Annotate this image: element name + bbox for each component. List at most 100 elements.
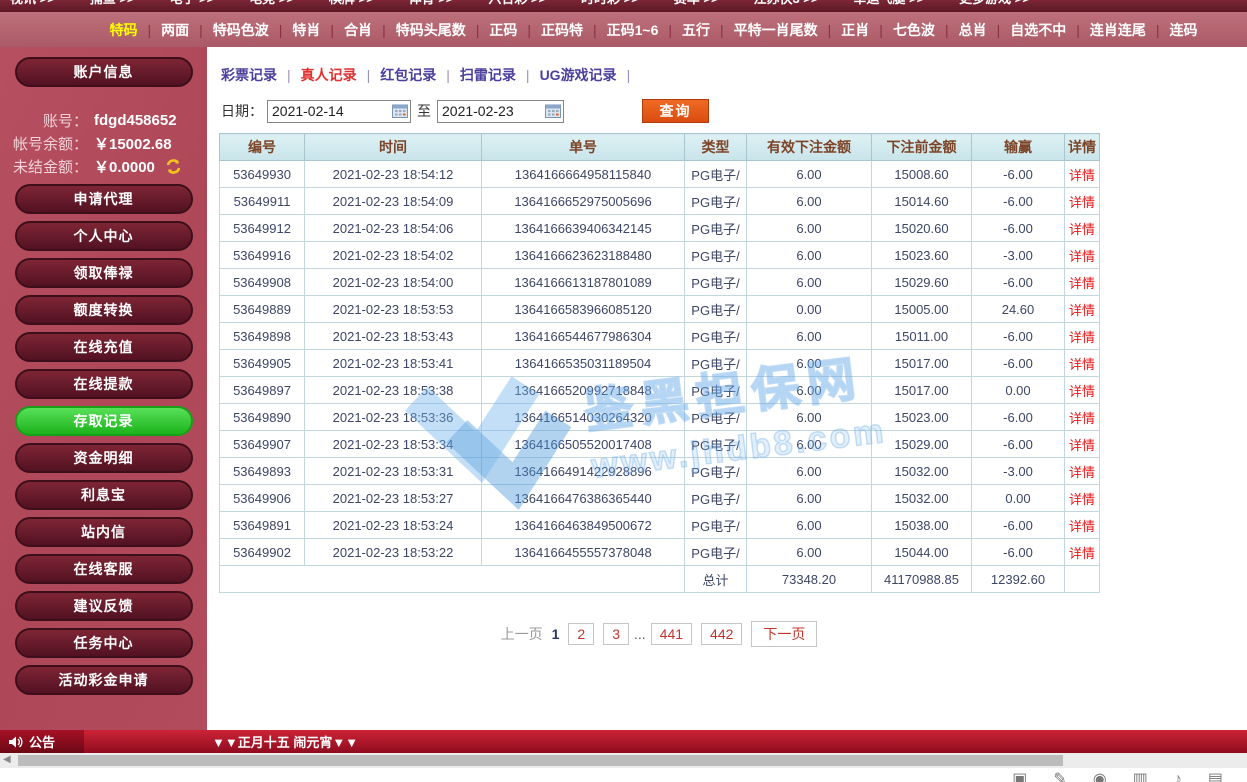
sidebar-item[interactable]: 资金明细	[15, 443, 193, 473]
detail-link[interactable]: 详情	[1069, 303, 1095, 318]
col-detail: 详情	[1065, 134, 1100, 161]
cell-id: 53649902	[220, 539, 305, 566]
detail-link[interactable]: 详情	[1069, 222, 1095, 237]
page-link[interactable]: 3	[603, 623, 629, 645]
page-link[interactable]: ...	[634, 626, 646, 642]
date-from-input[interactable]	[268, 103, 392, 119]
game-nav-item[interactable]: 特码	[110, 20, 162, 40]
sidebar-item[interactable]: 在线充值	[15, 332, 193, 362]
footer-icon[interactable]: ▣	[1012, 771, 1027, 782]
game-nav-item[interactable]: 正肖	[841, 20, 893, 40]
cell-winloss: -6.00	[972, 431, 1065, 458]
sidebar-item[interactable]: 任务中心	[15, 628, 193, 658]
sidebar-item[interactable]: 额度转换	[15, 295, 193, 325]
cell-time: 2021-02-23 18:53:36	[305, 404, 482, 431]
record-tab[interactable]: 红包记录	[380, 65, 460, 85]
game-nav-item[interactable]: 两面	[161, 20, 213, 40]
detail-link[interactable]: 详情	[1069, 519, 1095, 534]
detail-link[interactable]: 详情	[1069, 384, 1095, 399]
game-nav-item[interactable]: 正码特	[541, 20, 607, 40]
record-tab[interactable]: 彩票记录	[221, 65, 301, 85]
game-nav-item[interactable]: 总肖	[959, 20, 1011, 40]
record-tab[interactable]: 真人记录	[301, 65, 381, 85]
detail-link[interactable]: 详情	[1069, 195, 1095, 210]
top-nav-item[interactable]: 江苏快3 >>	[753, 0, 818, 11]
game-nav-item[interactable]: 五行	[682, 20, 734, 40]
game-nav-item[interactable]: 连肖连尾	[1090, 20, 1170, 40]
game-nav-item[interactable]: 平特一肖尾数	[734, 20, 842, 40]
top-nav-item[interactable]: 更多游戏 >>	[959, 0, 1030, 11]
detail-link[interactable]: 详情	[1069, 330, 1095, 345]
date-to-input[interactable]	[438, 103, 545, 119]
page-link[interactable]: 441	[651, 623, 692, 645]
top-nav-item[interactable]: 捕鱼 >>	[90, 0, 135, 11]
game-nav-item[interactable]: 连码	[1170, 20, 1198, 40]
top-nav-item[interactable]: 电竞 >>	[249, 0, 294, 11]
cell-winloss: 24.60	[972, 296, 1065, 323]
game-nav-item[interactable]: 合肖	[344, 20, 396, 40]
detail-link[interactable]: 详情	[1069, 438, 1095, 453]
top-nav-item[interactable]: 体育 >>	[409, 0, 454, 11]
cell-type: PG电子/	[685, 161, 747, 188]
detail-link[interactable]: 详情	[1069, 168, 1095, 183]
footer-icon[interactable]: ◉	[1093, 771, 1107, 782]
cell-winloss: -6.00	[972, 404, 1065, 431]
sidebar-item[interactable]: 存取记录	[15, 406, 193, 436]
footer-icon[interactable]: ▤	[1208, 771, 1223, 782]
top-nav-item[interactable]: 电子 >>	[169, 0, 214, 11]
game-nav-item[interactable]: 特肖	[292, 20, 344, 40]
game-nav-item[interactable]: 正码	[489, 20, 541, 40]
scrollbar-thumb[interactable]	[18, 755, 1063, 766]
cell-balance-before: 15014.60	[872, 188, 972, 215]
game-nav-item[interactable]: 特码色波	[213, 20, 293, 40]
detail-link[interactable]: 详情	[1069, 357, 1095, 372]
footer-icon[interactable]: ♪	[1174, 771, 1182, 782]
game-nav-item[interactable]: 正码1~6	[607, 20, 682, 40]
top-nav-item[interactable]: 视讯 >>	[10, 0, 55, 11]
refresh-icon[interactable]	[165, 158, 182, 175]
sidebar-item[interactable]: 建议反馈	[15, 591, 193, 621]
sidebar-item[interactable]: 在线提款	[15, 369, 193, 399]
page-link[interactable]: 442	[701, 623, 742, 645]
game-nav-item[interactable]: 特码头尾数	[396, 20, 490, 40]
detail-link[interactable]: 详情	[1069, 492, 1095, 507]
game-nav-item[interactable]: 七色波	[893, 20, 959, 40]
cell-time: 2021-02-23 18:53:43	[305, 323, 482, 350]
top-nav-item[interactable]: 时时彩 >>	[581, 0, 639, 11]
cell-time: 2021-02-23 18:53:27	[305, 485, 482, 512]
record-tab[interactable]: 扫雷记录	[460, 65, 540, 85]
page-link[interactable]: 2	[568, 623, 594, 645]
sidebar-item[interactable]: 利息宝	[15, 480, 193, 510]
col-order: 单号	[482, 134, 685, 161]
top-nav-item[interactable]: 幸运飞艇 >>	[853, 0, 924, 11]
detail-link[interactable]: 详情	[1069, 411, 1095, 426]
top-nav-item[interactable]: 六合彩 >>	[488, 0, 546, 11]
footer-icon[interactable]: ✎	[1053, 771, 1066, 782]
page-link[interactable]: 下一页	[751, 621, 817, 647]
scroll-left-arrow-icon[interactable]: ◀	[3, 754, 11, 765]
col-balance-before: 下注前金额	[872, 134, 972, 161]
detail-link[interactable]: 详情	[1069, 465, 1095, 480]
page-link[interactable]: 1	[552, 626, 560, 642]
top-nav-item[interactable]: 赛车 >>	[674, 0, 719, 11]
page-link[interactable]: 上一页	[501, 624, 543, 644]
sidebar-item[interactable]: 站内信	[15, 517, 193, 547]
sidebar-item[interactable]: 个人中心	[15, 221, 193, 251]
search-button[interactable]: 查询	[642, 99, 709, 123]
calendar-icon[interactable]	[392, 104, 408, 118]
game-nav-item[interactable]: 自选不中	[1010, 20, 1090, 40]
sidebar-item[interactable]: 活动彩金申请	[15, 665, 193, 695]
detail-link[interactable]: 详情	[1069, 276, 1095, 291]
record-tab[interactable]: UG游戏记录	[540, 65, 641, 85]
footer-icon[interactable]: ▥	[1133, 771, 1148, 782]
account-info-header: 账户信息	[15, 57, 193, 87]
calendar-icon[interactable]	[545, 104, 561, 118]
detail-link[interactable]: 详情	[1069, 546, 1095, 561]
sidebar-item[interactable]: 在线客服	[15, 554, 193, 584]
top-nav-item[interactable]: 棋牌 >>	[329, 0, 374, 11]
sidebar-item[interactable]: 申请代理	[15, 184, 193, 214]
cell-balance-before: 15032.00	[872, 458, 972, 485]
sidebar-item[interactable]: 领取俸禄	[15, 258, 193, 288]
cell-order: 1364166583966085120	[482, 296, 685, 323]
detail-link[interactable]: 详情	[1069, 249, 1095, 264]
